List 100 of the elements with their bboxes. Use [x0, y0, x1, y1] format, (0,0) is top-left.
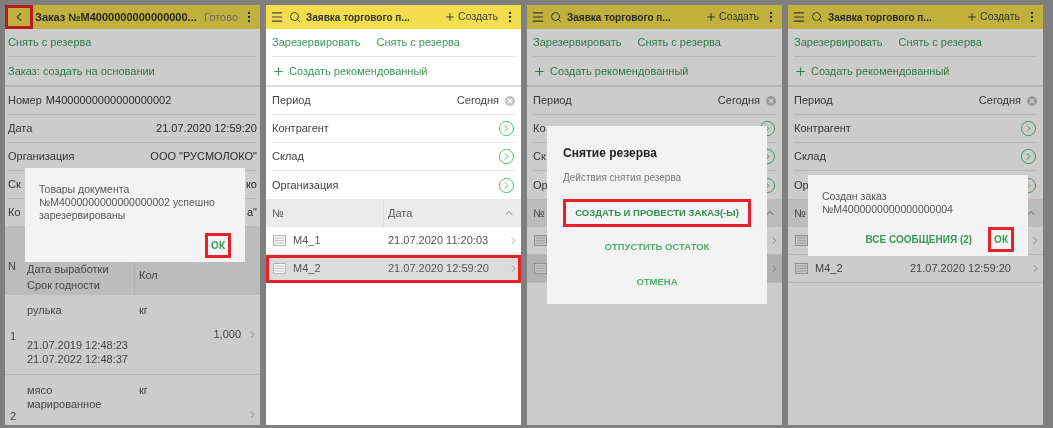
row-number: М4_2	[293, 261, 321, 277]
back-button[interactable]	[5, 5, 33, 29]
unit-text: кг	[139, 383, 149, 397]
filter-label: Организация	[272, 177, 339, 193]
plus-icon	[444, 11, 457, 23]
dialog-button[interactable]: ОК	[988, 226, 1014, 252]
search-icon[interactable]	[811, 11, 823, 23]
dialog-message: Создан заказ №М4000000000000000004	[822, 189, 954, 216]
filter-label: Ко	[533, 121, 546, 137]
field-value: М4000000000000000002	[45, 93, 172, 109]
filter-label: Период	[533, 93, 572, 109]
window-title: Заявка торгового п...	[567, 10, 671, 25]
create-recommended-button[interactable]: Создать рекомендованный	[794, 57, 950, 85]
select-icon[interactable]	[1020, 120, 1037, 137]
date-text: 21.07.2019 12:48:23	[27, 338, 129, 352]
dialog-subtitle: Действия снятия резерва	[563, 171, 683, 186]
menu-icon[interactable]	[792, 10, 806, 24]
quantity-text: 1,000	[213, 327, 241, 343]
date-text: 21.07.2022 12:48:37	[27, 352, 129, 366]
row-date: 21.07.2020 12:59:20	[388, 261, 489, 277]
plus-icon	[794, 64, 807, 78]
filter-value: Сегодня	[717, 93, 760, 109]
command-link[interactable]: Снять с резерва	[898, 34, 982, 51]
command-link[interactable]: Снять с резерва	[8, 34, 92, 51]
column-header: №	[272, 205, 284, 221]
plus-icon	[966, 11, 979, 23]
menu-icon[interactable]	[270, 10, 284, 24]
product-name: мясо марированное	[27, 383, 103, 411]
document-icon	[795, 263, 808, 274]
column-header: Дата	[388, 205, 413, 221]
filter-label: Ск	[533, 149, 546, 165]
clear-icon[interactable]	[505, 95, 515, 106]
select-icon[interactable]	[1020, 148, 1037, 165]
plus-icon	[533, 64, 546, 78]
filter-label: Контрагент	[272, 121, 329, 137]
filter-label: Ор	[533, 177, 548, 193]
row-number: 1	[10, 329, 17, 345]
done-button[interactable]: Готово	[204, 8, 238, 26]
field-label: Дата	[8, 121, 33, 137]
command-link[interactable]: Снять с резерва	[376, 34, 460, 51]
command-link[interactable]: Снять с резерва	[637, 34, 721, 51]
window-title: Заявка торгового п...	[828, 10, 932, 25]
dialog-button[interactable]: СОЗДАТЬ И ПРОВЕСТИ ЗАКАЗ(-Ы)	[563, 199, 751, 228]
create-button[interactable]: Создать	[444, 9, 498, 25]
select-icon[interactable]	[498, 148, 515, 165]
filter-label: Склад	[272, 149, 304, 165]
document-icon	[273, 263, 286, 274]
row-date: 21.07.2020 11:20:03	[388, 233, 489, 249]
filter-label: Ор	[794, 177, 809, 193]
unit-text: кг	[139, 303, 149, 317]
field-value: а"	[246, 205, 257, 221]
document-icon	[273, 235, 286, 246]
row-number: М4_1	[293, 233, 321, 249]
list-row[interactable]: М4_2 21.07.2020 12:59:20	[266, 255, 521, 283]
field-value: ко	[245, 177, 257, 193]
column-header: Кол	[139, 267, 158, 283]
field-label: Организация	[8, 149, 75, 165]
menu-icon[interactable]	[531, 10, 545, 24]
filter-value: Сегодня	[456, 93, 499, 109]
create-button[interactable]: Создать	[966, 9, 1020, 25]
dialog-message: Товары документа №М4000000000000000002 успешно зарезервированы	[39, 183, 216, 222]
plus-icon	[705, 11, 718, 23]
field-label: Номер	[8, 93, 42, 109]
filter-label: Период	[794, 93, 833, 109]
field-value: 21.07.2020 12:59:20	[156, 121, 257, 137]
column-header: №	[794, 205, 806, 221]
select-icon[interactable]	[498, 176, 515, 194]
create-recommended-button[interactable]: Создать рекомендованный	[533, 57, 689, 85]
plus-icon	[272, 64, 285, 78]
field-value: ООО "РУСМОЛОКО"	[150, 149, 257, 165]
row-number: 2	[10, 409, 17, 425]
window-title: Заявка торгового п...	[306, 10, 410, 25]
row-date: 21.07.2020 12:59:20	[910, 261, 1011, 277]
create-recommended-button[interactable]: Создать рекомендованный	[272, 57, 428, 85]
field-label: Ск	[8, 177, 21, 193]
command-link[interactable]: Зарезервировать	[272, 34, 361, 51]
filter-value: Сегодня	[978, 93, 1021, 109]
column-header: N	[8, 258, 16, 274]
dialog-title: Снятие резерва	[563, 145, 658, 163]
filter-label: Склад	[794, 149, 826, 165]
clear-icon[interactable]	[766, 95, 776, 106]
product-name: рулька	[27, 303, 63, 317]
column-header: Срок годности	[27, 278, 101, 293]
command-link[interactable]: Зарезервировать	[533, 34, 622, 51]
dialog-button[interactable]: ВСЕ СООБЩЕНИЯ (2)	[859, 226, 979, 252]
search-icon[interactable]	[550, 11, 562, 23]
filter-label: Контрагент	[794, 121, 851, 137]
row-number: М4_2	[815, 261, 843, 277]
command-link[interactable]: Зарезервировать	[794, 34, 883, 51]
select-icon[interactable]	[498, 120, 515, 137]
create-button[interactable]: Создать	[705, 9, 759, 25]
command-link[interactable]: Заказ: создать на основании	[8, 62, 155, 80]
window-title: Заказ №М4000000000000000...	[35, 9, 197, 25]
column-header: №	[533, 205, 545, 221]
dialog-button[interactable]: ОК	[205, 233, 231, 258]
dialog-button[interactable]: ОТМЕНА	[628, 267, 686, 296]
clear-icon[interactable]	[1027, 95, 1037, 106]
column-header: Дата выработки	[27, 262, 110, 277]
dialog-button[interactable]: ОТПУСТИТЬ ОСТАТОК	[596, 233, 718, 262]
search-icon[interactable]	[289, 11, 301, 23]
